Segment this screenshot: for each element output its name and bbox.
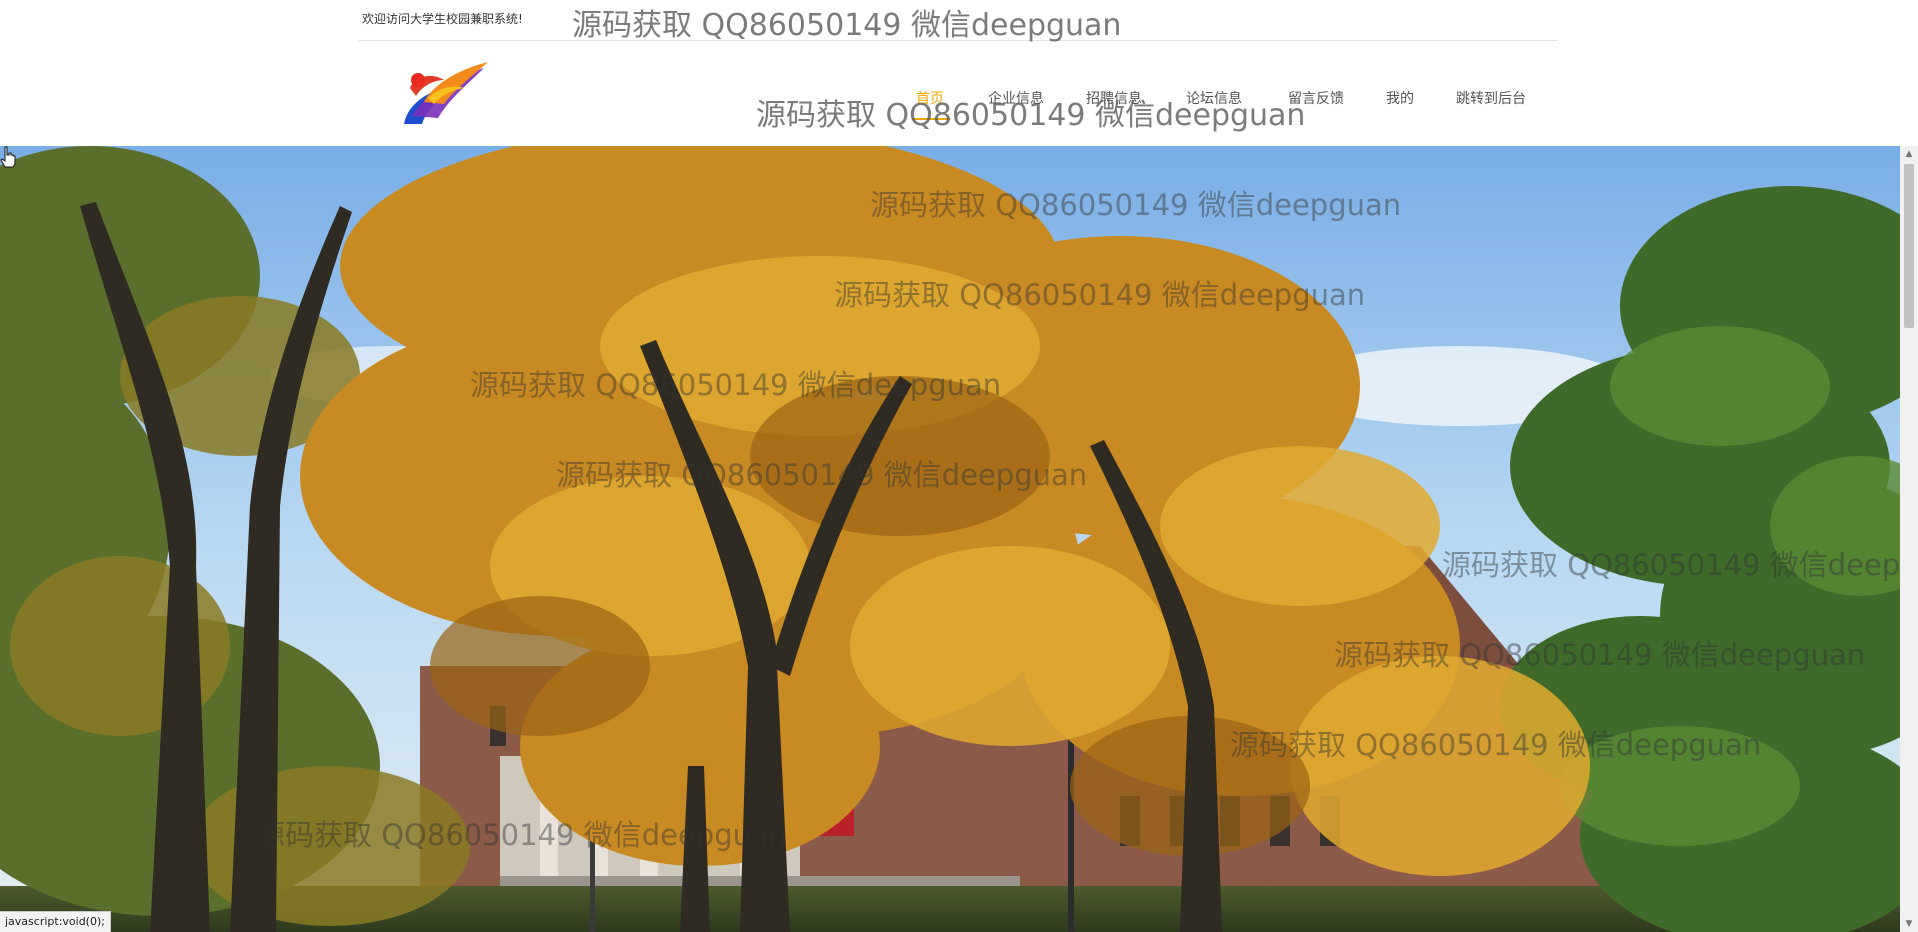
nav-forum[interactable]: 论坛信息 [1186, 88, 1242, 108]
campus-autumn-image [0, 146, 1900, 932]
scrollbar-thumb[interactable] [1904, 164, 1914, 328]
welcome-text: 欢迎访问大学生校园兼职系统! [362, 12, 523, 26]
hand-cursor-icon [0, 146, 16, 168]
scroll-down-arrow-icon[interactable]: ▼ [1900, 916, 1918, 932]
hero-banner[interactable] [0, 146, 1900, 932]
browser-status-bar: javascript:void(0); [0, 911, 111, 932]
scroll-up-arrow-icon[interactable]: ▲ [1900, 146, 1918, 162]
nav-home[interactable]: 首页 [912, 88, 950, 120]
site-header: 欢迎访问大学生校园兼职系统! 首页 企业信息 招聘信息 论坛信息 留言反馈 我的… [0, 0, 1918, 146]
nav-feedback[interactable]: 留言反馈 [1288, 88, 1344, 108]
vertical-scrollbar[interactable]: ▲ ▼ [1900, 146, 1918, 932]
nav-jobs[interactable]: 招聘信息 [1086, 88, 1142, 108]
nav-mine[interactable]: 我的 [1386, 88, 1414, 108]
top-bar: 欢迎访问大学生校园兼职系统! [358, 0, 1558, 41]
site-logo[interactable] [398, 58, 490, 130]
nav-admin[interactable]: 跳转到后台 [1456, 88, 1526, 108]
nav-company[interactable]: 企业信息 [988, 88, 1044, 108]
